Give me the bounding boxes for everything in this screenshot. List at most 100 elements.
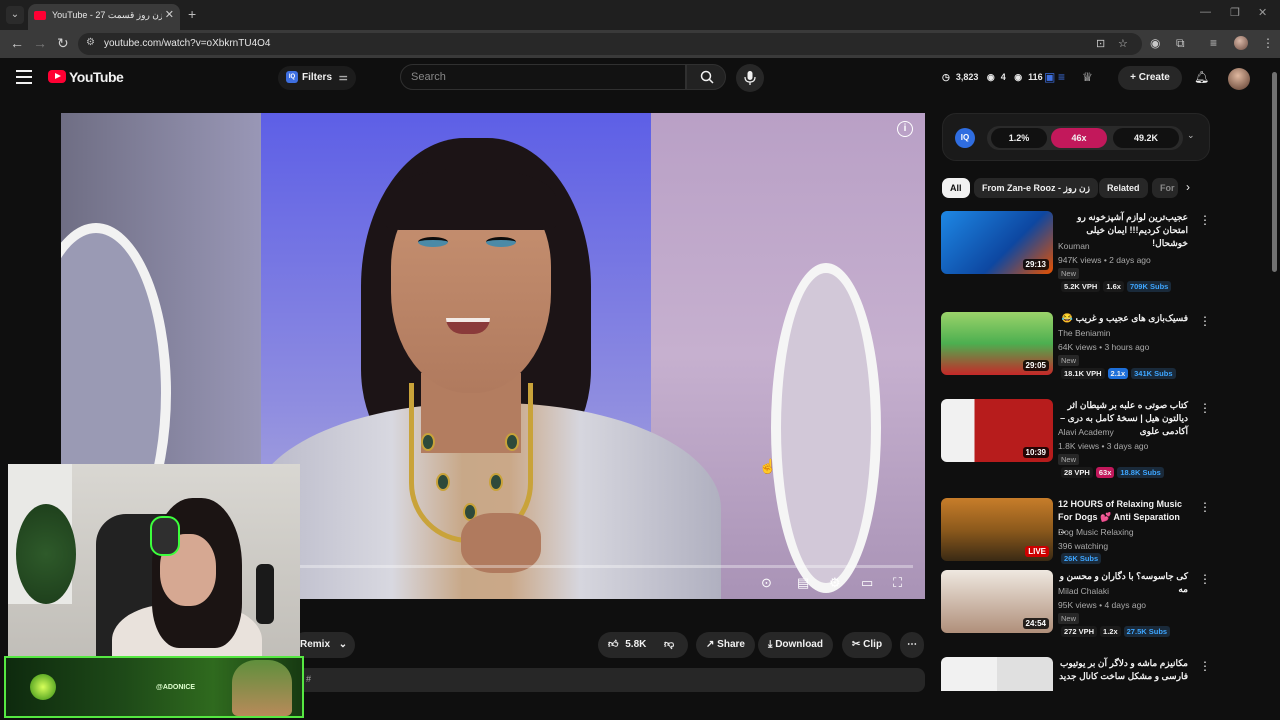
back-icon[interactable]: ← — [10, 35, 24, 51]
theater-mode-icon[interactable]: ▭ — [861, 575, 873, 591]
share-button[interactable]: ↗ Share — [696, 632, 755, 658]
stream-overlay-banner: @ADONICE — [4, 656, 304, 718]
chip-related[interactable]: Related — [1099, 178, 1148, 198]
channel-name[interactable]: Kouman — [1058, 241, 1090, 251]
new-badge: New — [1058, 355, 1080, 366]
scissors-icon: ✂ — [852, 639, 861, 650]
video-frame-person — [418, 237, 448, 247]
sliders-icon: ⚌ — [338, 72, 348, 83]
channel-name[interactable]: The Beniamin — [1058, 328, 1110, 338]
minimize-icon[interactable]: — — [1200, 6, 1211, 18]
video-title[interactable]: فسیک‌بازی های عجیب و غریب 😂 — [1058, 312, 1188, 325]
create-button[interactable]: + Create — [1118, 66, 1182, 90]
media-control-icon[interactable]: ≡ — [1210, 36, 1217, 50]
video-thumbnail[interactable]: 29:05 — [941, 312, 1053, 375]
list-item[interactable]: 10:39 کتاب صوتی ه علبه بر شیطان اثر دیال… — [941, 399, 1211, 485]
bookmark-star-icon[interactable]: ☆ — [1118, 37, 1128, 50]
more-vert-icon[interactable]: ⋮ — [1199, 401, 1211, 415]
more-vert-icon[interactable]: ⋮ — [1199, 572, 1211, 586]
channel-name[interactable]: Dog Music Relaxing — [1058, 527, 1134, 537]
page-scrollbar[interactable] — [1270, 62, 1278, 688]
scrollbar-thumb[interactable] — [1272, 72, 1277, 272]
chip-all[interactable]: All — [942, 178, 970, 198]
address-bar[interactable]: ⚙ youtube.com/watch?v=oXbkrnTU4O4 ⊡ ☆ — [78, 33, 1142, 55]
extensions-puzzle-icon[interactable]: ⧉ — [1176, 36, 1185, 51]
video-thumbnail[interactable]: 24:54 — [941, 570, 1053, 633]
youtube-favicon-icon — [34, 11, 46, 20]
more-vert-icon[interactable]: ⋮ — [1199, 659, 1211, 673]
youtube-logo-text[interactable]: YouTube — [69, 69, 124, 85]
vph-badge: 28 VPH — [1061, 467, 1093, 478]
subtitles-icon[interactable]: ▤ — [797, 575, 809, 591]
browser-tab[interactable]: YouTube - زن روز قسمت 27 ✕ — [28, 4, 180, 30]
description-snippet: # — [306, 674, 312, 684]
chevron-right-icon[interactable]: › — [1186, 180, 1190, 194]
more-vert-icon[interactable]: ⋮ — [1199, 213, 1211, 227]
fullscreen-icon[interactable]: ⛶ — [893, 575, 902, 591]
iq-extension-icon[interactable]: ▣ — [1044, 70, 1055, 84]
iq-metrics: 1.2% 46x 49.2K — [987, 126, 1183, 150]
channel-name[interactable]: Milad Chalaki — [1058, 586, 1109, 596]
close-icon[interactable]: ✕ — [165, 8, 174, 21]
chip-for-you[interactable]: For — [1152, 178, 1178, 198]
info-icon[interactable]: i — [897, 121, 913, 137]
site-info-icon[interactable]: ⚙ — [86, 37, 95, 48]
video-thumbnail[interactable]: 10:39 — [941, 399, 1053, 462]
thumbs-up-icon[interactable]: 👍︎ — [608, 639, 618, 650]
list-item[interactable]: 24:54 کی جاسوسه؟ با دگاران و محسن و مه M… — [941, 570, 1211, 640]
maximize-icon[interactable]: ❐ — [1230, 6, 1240, 19]
search-icon — [700, 70, 714, 84]
filters-label: Filters — [302, 72, 333, 83]
search-input[interactable]: Search — [400, 64, 686, 90]
description-box[interactable]: # — [292, 668, 925, 692]
clock-icon: ◷ — [942, 72, 950, 82]
like-count[interactable]: 5.8K — [625, 639, 646, 650]
channel-name[interactable]: Alavi Academy — [1058, 427, 1114, 437]
subs-badge: 709K Subs — [1126, 281, 1172, 292]
hamburger-menu-icon[interactable] — [16, 70, 32, 88]
install-icon[interactable]: ⊡ — [1096, 37, 1105, 50]
multiplier-badge: 63x — [1095, 467, 1115, 478]
youtube-logo-icon[interactable] — [48, 70, 66, 83]
chevron-down-icon[interactable]: ⌄ — [1187, 130, 1195, 141]
browser-profile-avatar[interactable] — [1234, 36, 1248, 50]
more-vert-icon[interactable]: ⋮ — [1199, 314, 1211, 328]
chip-from-channel[interactable]: From Zan-e Rooz - زن روز — [974, 178, 1098, 198]
video-stats: 18.1K VPH 2.1x 341K Subs — [1061, 368, 1179, 379]
remix-button[interactable]: Remix ⌄ — [292, 632, 356, 658]
more-actions-button[interactable]: ⋯ — [900, 632, 924, 658]
browser-menu-icon[interactable]: ⋮ — [1262, 36, 1274, 50]
forward-icon[interactable]: → — [33, 35, 47, 51]
clip-button[interactable]: ✂ Clip — [842, 632, 893, 658]
video-thumbnail[interactable] — [941, 657, 1053, 691]
stat-value: 116 — [1028, 72, 1043, 82]
account-avatar[interactable] — [1228, 68, 1250, 90]
settings-gear-icon[interactable]: ⚙ — [829, 575, 841, 591]
vph-badge: 18.1K VPH — [1061, 368, 1105, 379]
notifications-bell-icon[interactable]: 🔔︎ — [1194, 70, 1209, 84]
video-thumbnail[interactable]: 29:13 — [941, 211, 1053, 274]
reload-icon[interactable]: ↻ — [57, 35, 69, 52]
list-item[interactable]: مکانیزم ماشه و دلاگر آن بر یوتیوب فارسی … — [941, 657, 1211, 691]
microphone-icon — [256, 564, 274, 624]
autoplay-toggle-icon[interactable]: ⊙ — [761, 575, 772, 591]
video-meta: 1.8K views • 3 days ago — [1058, 441, 1149, 451]
video-title[interactable]: مکانیزم ماشه و دلاگر آن بر یوتیوب فارسی … — [1058, 657, 1188, 683]
list-item[interactable]: 29:05 فسیک‌بازی های عجیب و غریب 😂 The Be… — [941, 312, 1211, 392]
tab-search-icon[interactable]: ⌄ — [6, 6, 24, 24]
search-button[interactable] — [686, 64, 726, 90]
voice-search-button[interactable] — [736, 64, 764, 92]
extension-icon[interactable]: ◉ — [1150, 36, 1160, 50]
new-tab-icon[interactable]: + — [188, 6, 196, 22]
list-item[interactable]: 29:13 عجیب‌ترین لوازم آشپزخونه رو امتحان… — [941, 211, 1211, 301]
more-vert-icon[interactable]: ⋮ — [1199, 500, 1211, 514]
trophy-icon[interactable]: ♕ — [1082, 70, 1093, 84]
thumbs-down-icon[interactable]: 👎︎ — [664, 632, 674, 658]
video-thumbnail[interactable]: LIVE — [941, 498, 1053, 561]
list-item[interactable]: LIVE 12 HOURS of Relaxing Music For Dogs… — [941, 498, 1211, 564]
filters-button[interactable]: IQ Filters ⚌ — [278, 66, 356, 90]
window-close-icon[interactable]: ✕ — [1258, 6, 1267, 19]
share-icon: ↗ — [706, 639, 715, 650]
list-icon[interactable]: ≡ — [1058, 70, 1065, 84]
download-button[interactable]: ⤓ Download — [758, 632, 833, 658]
